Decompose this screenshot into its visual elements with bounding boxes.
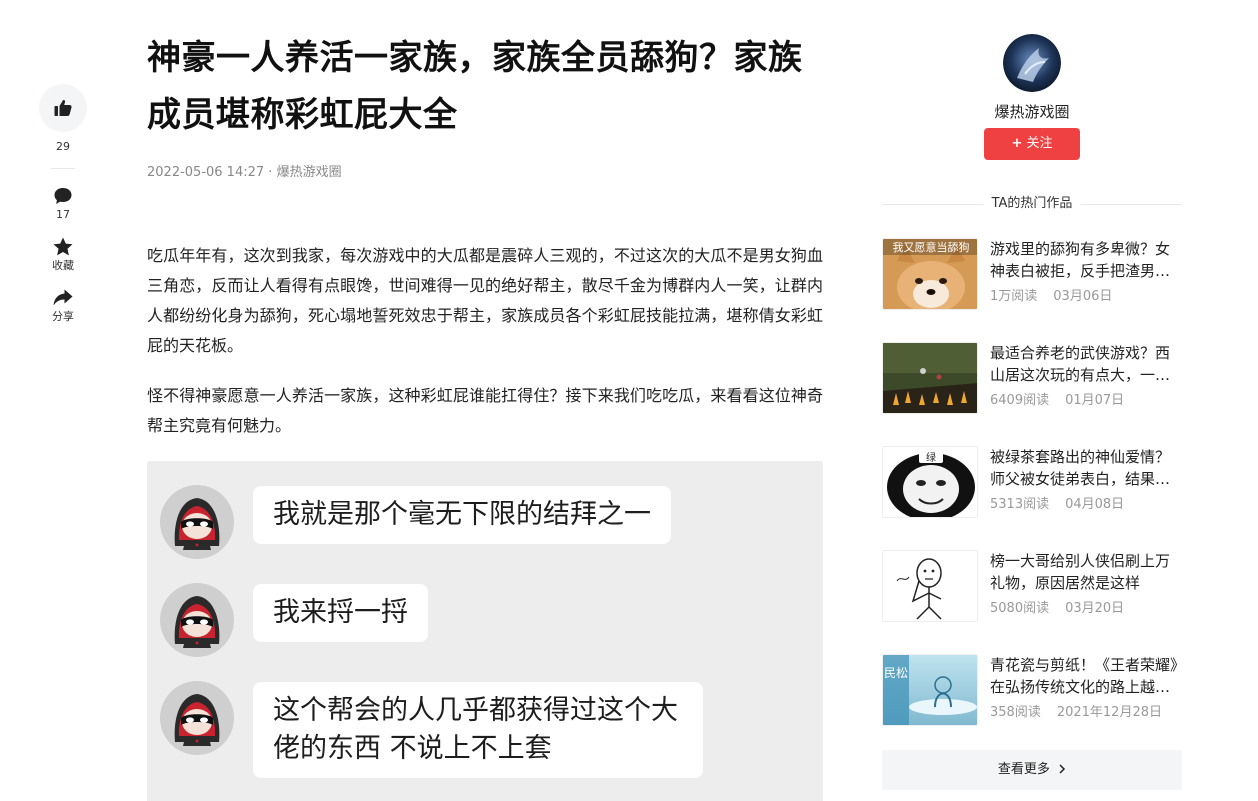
thumbnail-image (882, 550, 978, 622)
hot-works-heading: TA的热门作品 (882, 194, 1182, 214)
thumbnail-caption: 绿 (926, 451, 936, 464)
follow-button[interactable]: + 关注 (984, 128, 1080, 160)
share-button[interactable]: 分享 (38, 287, 88, 324)
hot-works-title: TA的热门作品 (983, 194, 1081, 214)
hot-work-stats: 358阅读 2021年12月28日 (990, 704, 1182, 722)
chat-bubble: 这个帮会的人几乎都获得过这个大佬的东西 不说上不上套 (253, 682, 703, 778)
chat-bubble: 我就是那个毫无下限的结拜之一 (253, 486, 671, 544)
hot-work-info: 最适合养老的武侠游戏？西山居这次玩的有点大，一个人也能玩 6409阅读 01月07… (990, 342, 1182, 414)
publish-date: 01月07日 (1065, 393, 1125, 408)
sidebar: 爆热游戏圈 + 关注 TA的热门作品 我又愿意当舔狗 游戏里的舔狗有多卑微？女神… (882, 30, 1182, 790)
publish-date: 03月06日 (1053, 289, 1113, 304)
porcelain-stage-thumbnail: 民松 (883, 655, 977, 725)
thumbs-up-icon (54, 100, 72, 116)
rail-divider (51, 168, 75, 169)
comment-count: 17 (56, 208, 70, 221)
chat-screenshot-image: 我就是那个毫无下限的结拜之一 我来捋一捋 这个帮会的人几乎都获得过这个大佬的东西… (147, 461, 823, 801)
like-count: 29 (56, 140, 70, 153)
chat-message: 这个帮会的人几乎都获得过这个大佬的东西 不说上不上套 (159, 680, 823, 778)
hot-work-stats: 5080阅读 03月20日 (990, 600, 1182, 618)
dragon-avatar-icon (1003, 34, 1061, 92)
read-count: 6409阅读 (990, 393, 1050, 408)
panda-meme-thumbnail: 绿 (883, 447, 977, 517)
hot-work-stats: 1万阅读 03月06日 (990, 288, 1182, 306)
publish-date: 2021年12月28日 (1056, 705, 1162, 720)
hooded-avatar-icon (160, 485, 234, 559)
like-circle[interactable] (39, 84, 87, 132)
hot-work-info: 游戏里的舔狗有多卑微？女神表白被拒，反手把渣男送进监狱 1万阅读 03月06日 (990, 238, 1182, 310)
hot-work-title[interactable]: 游戏里的舔狗有多卑微？女神表白被拒，反手把渣男送进监狱 (990, 238, 1182, 282)
thumbnail-image: 绿 (882, 446, 978, 518)
chat-message: 我来捋一捋 (159, 582, 823, 658)
view-more-label: 查看更多 (997, 762, 1050, 777)
read-count: 5313阅读 (990, 497, 1050, 512)
article-paragraph: 吃瓜年年有，这次到我家，每次游戏中的大瓜都是震碎人三观的，不过这次的大瓜不是男女… (147, 246, 823, 355)
hot-work-title[interactable]: 最适合养老的武侠游戏？西山居这次玩的有点大，一个人也能玩 (990, 342, 1182, 386)
hooded-avatar-icon (160, 681, 234, 755)
hot-work-item[interactable]: 榜一大哥给别人侠侣刷上万礼物，原因居然是这样 5080阅读 03月20日 (882, 550, 1182, 622)
thumbnail-image: 我又愿意当舔狗 (882, 238, 978, 310)
hot-work-title[interactable]: 榜一大哥给别人侠侣刷上万礼物，原因居然是这样 (990, 550, 1182, 594)
hot-work-stats: 6409阅读 01月07日 (990, 392, 1182, 410)
chat-bubble: 我来捋一捋 (253, 584, 428, 642)
hot-work-info: 青花瓷与剪纸！《王者荣耀》在弘扬传统文化的路上越走越远 358阅读 2021年12… (990, 654, 1182, 726)
favorite-label: 收藏 (52, 259, 74, 272)
plus-icon: + (1011, 136, 1023, 151)
hot-works-list: 我又愿意当舔狗 游戏里的舔狗有多卑微？女神表白被拒，反手把渣男送进监狱 1万阅读… (882, 238, 1182, 726)
stick-figure-thinking-thumbnail (883, 551, 977, 621)
hot-work-item[interactable]: 我又愿意当舔狗 游戏里的舔狗有多卑微？女神表白被拒，反手把渣男送进监狱 1万阅读… (882, 238, 1182, 310)
publish-date: 2022-05-06 14:27 (147, 165, 265, 180)
hot-work-info: 被绿茶套路出的神仙爱情？师父被女徒弟表白，结果尴尬了 5313阅读 04月08日 (990, 446, 1182, 518)
share-label: 分享 (52, 310, 74, 323)
hot-work-stats: 5313阅读 04月08日 (990, 496, 1182, 514)
meta-separator: · (264, 165, 277, 180)
star-icon (53, 237, 73, 256)
thumbnail-caption: 民松 (884, 666, 908, 680)
article-meta: 2022-05-06 14:27 · 爆热游戏圈 (147, 163, 823, 183)
game-scene-thumbnail (883, 343, 977, 413)
hot-work-item[interactable]: 民松 青花瓷与剪纸！《王者荣耀》在弘扬传统文化的路上越走越远 358阅读 2021… (882, 654, 1182, 726)
share-arrow-icon (53, 289, 73, 306)
chat-message: 我就是那个毫无下限的结拜之一 (159, 484, 823, 560)
read-count: 1万阅读 (990, 289, 1038, 304)
comment-bubble-icon (54, 188, 72, 204)
thumbnail-image (882, 342, 978, 414)
shiba-dog-thumbnail: 我又愿意当舔狗 (883, 239, 977, 309)
hot-work-title[interactable]: 青花瓷与剪纸！《王者荣耀》在弘扬传统文化的路上越走越远 (990, 654, 1182, 698)
read-count: 358阅读 (990, 705, 1041, 720)
hot-work-title[interactable]: 被绿茶套路出的神仙爱情？师父被女徒弟表白，结果尴尬了 (990, 446, 1182, 490)
hot-work-item[interactable]: 最适合养老的武侠游戏？西山居这次玩的有点大，一个人也能玩 6409阅读 01月07… (882, 342, 1182, 414)
chevron-right-icon (1059, 764, 1066, 774)
article-paragraph: 怪不得神豪愿意一人养活一家族，这种彩虹屁谁能扛得住？接下来我们吃吃瓜，来看看这位… (147, 386, 823, 435)
article: 神豪一人养活一家族，家族全员舔狗？家族成员堪称彩虹屁大全 2022-05-06 … (147, 30, 823, 801)
author-name[interactable]: 爆热游戏圈 (882, 102, 1182, 122)
favorite-button[interactable]: 收藏 (38, 236, 88, 273)
thumbnail-caption: 我又愿意当舔狗 (893, 240, 970, 254)
comment-button[interactable]: 17 (38, 185, 88, 222)
like-button[interactable]: 29 (38, 84, 88, 154)
follow-label: 关注 (1026, 136, 1053, 151)
view-more-button[interactable]: 查看更多 (882, 750, 1182, 790)
hot-work-info: 榜一大哥给别人侠侣刷上万礼物，原因居然是这样 5080阅读 03月20日 (990, 550, 1182, 622)
hooded-avatar-icon (160, 583, 234, 657)
publish-date: 03月20日 (1065, 601, 1125, 616)
publish-date: 04月08日 (1065, 497, 1125, 512)
author-avatar[interactable] (1003, 34, 1061, 92)
hot-work-item[interactable]: 绿 被绿茶套路出的神仙爱情？师父被女徒弟表白，结果尴尬了 5313阅读 04月08… (882, 446, 1182, 518)
action-rail: 29 17 收藏 分享 (38, 84, 88, 324)
author-link[interactable]: 爆热游戏圈 (277, 165, 342, 180)
article-title: 神豪一人养活一家族，家族全员舔狗？家族成员堪称彩虹屁大全 (147, 38, 803, 135)
read-count: 5080阅读 (990, 601, 1050, 616)
thumbnail-image: 民松 (882, 654, 978, 726)
